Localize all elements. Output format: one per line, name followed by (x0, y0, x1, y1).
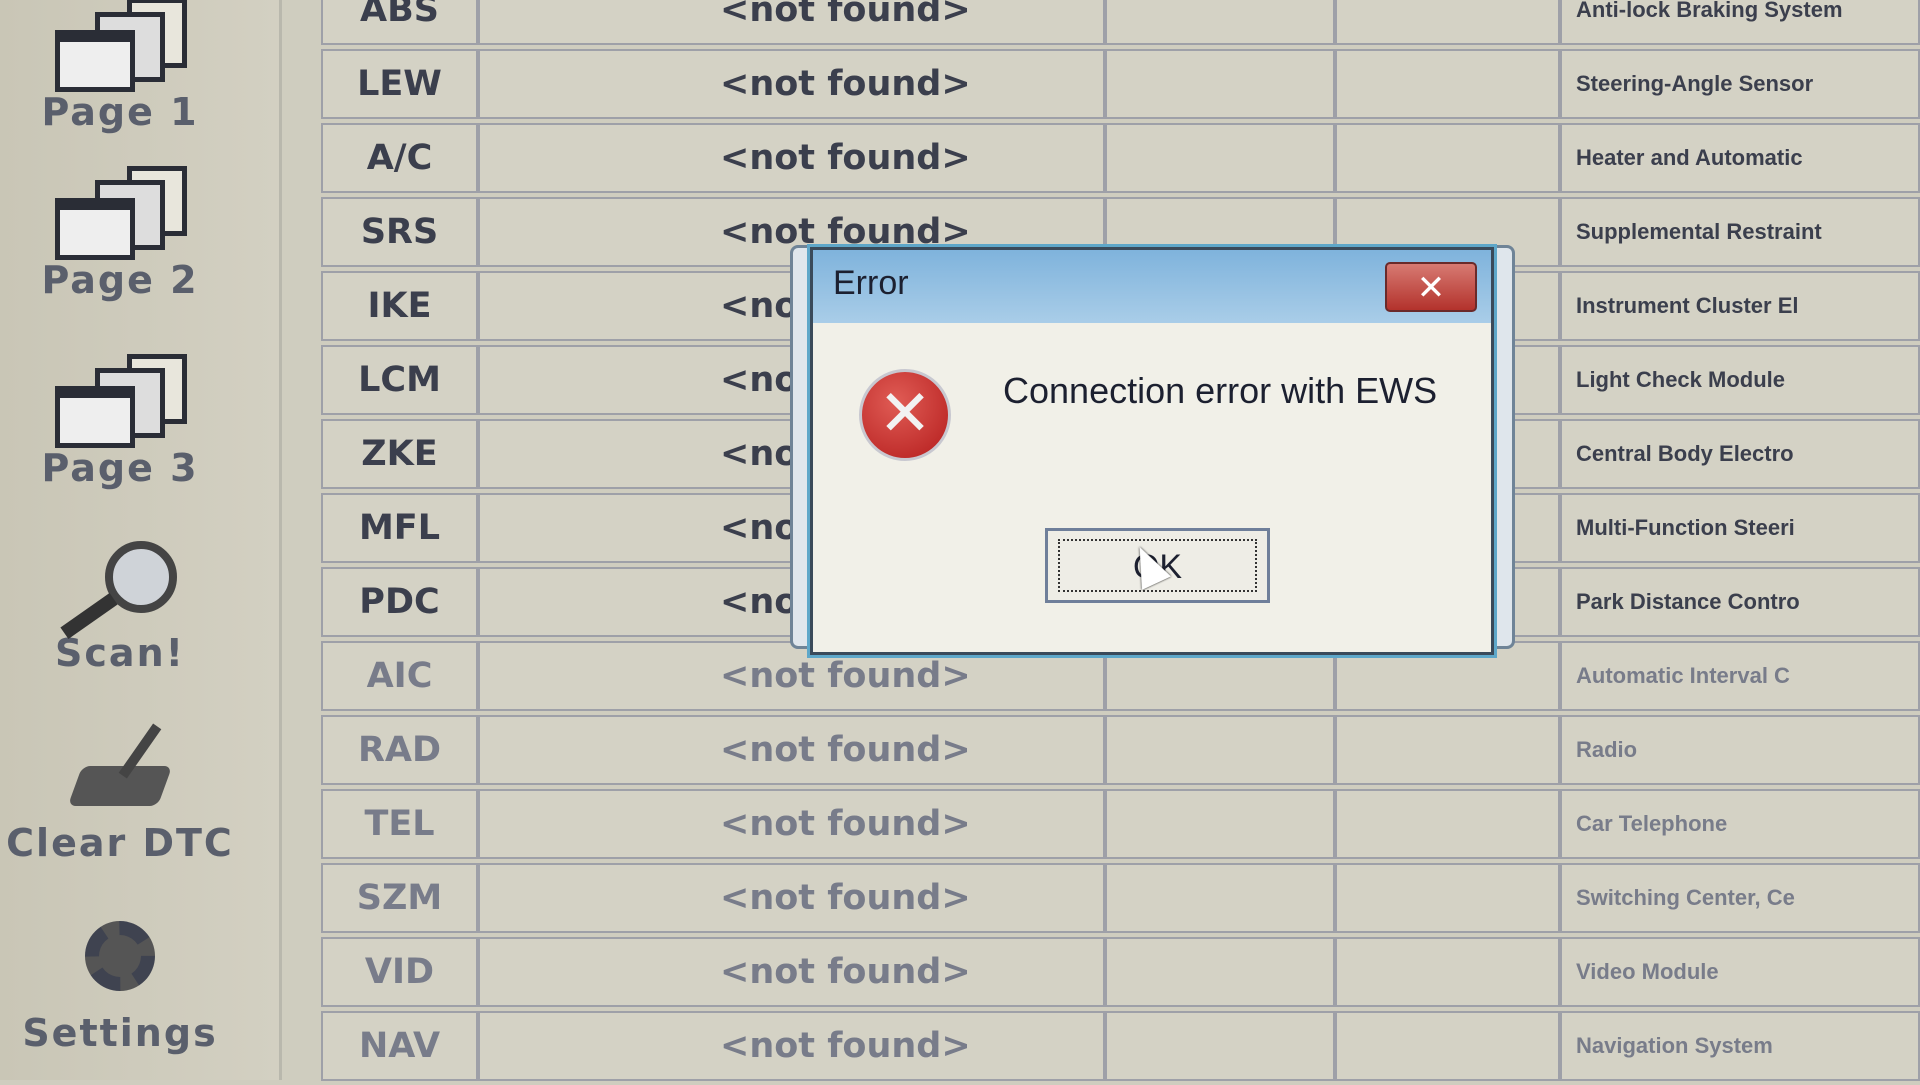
empty-cell (1105, 0, 1335, 45)
module-description: Switching Center, Ce (1560, 863, 1920, 933)
module-code: PDC (321, 567, 478, 637)
module-code: MFL (321, 493, 478, 563)
sidebar-item-page-1[interactable]: Page 1 (0, 0, 240, 134)
module-code: LCM (321, 345, 478, 415)
sidebar: Page 1 Page 2 Page 3 Scan! Clear DTC Settings (0, 0, 282, 1080)
windows-stack-icon (45, 158, 195, 260)
module-description: Navigation System (1560, 1011, 1920, 1081)
dialog-title: Error (833, 264, 909, 302)
table-row[interactable]: ABS <not found> Anti-lock Braking System (321, 0, 1920, 49)
module-status: <not found> (478, 123, 1105, 193)
module-description: Supplemental Restraint (1560, 197, 1920, 267)
module-code: SZM (321, 863, 478, 933)
error-message: Connection error with EWS (1003, 370, 1438, 411)
close-icon: ✕ (1416, 268, 1446, 308)
sidebar-item-settings[interactable]: Settings (0, 911, 240, 1055)
module-description: Multi-Function Steeri (1560, 493, 1920, 563)
module-description: Car Telephone (1560, 789, 1920, 859)
module-status: <not found> (478, 49, 1105, 119)
empty-cell (1335, 715, 1560, 785)
module-code: NAV (321, 1011, 478, 1081)
module-description: Video Module (1560, 937, 1920, 1007)
gear-icon (45, 911, 195, 1011)
module-description: Heater and Automatic (1560, 123, 1920, 193)
module-description: Automatic Interval C (1560, 641, 1920, 711)
module-code: VID (321, 937, 478, 1007)
module-description: Steering-Angle Sensor (1560, 49, 1920, 119)
module-status: <not found> (478, 0, 1105, 45)
empty-cell (1105, 789, 1335, 859)
module-description: Anti-lock Braking System (1560, 0, 1920, 45)
module-status: <not found> (478, 715, 1105, 785)
module-code: ZKE (321, 419, 478, 489)
empty-cell (1335, 937, 1560, 1007)
table-row[interactable]: A/C <not found> Heater and Automatic (321, 123, 1920, 197)
table-row[interactable]: SZM <not found> Switching Center, Ce (321, 863, 1920, 937)
table-row[interactable]: VID <not found> Video Module (321, 937, 1920, 1011)
empty-cell (1335, 0, 1560, 45)
empty-cell (1335, 1011, 1560, 1081)
windows-stack-icon (45, 0, 195, 92)
module-status: <not found> (478, 1011, 1105, 1081)
empty-cell (1105, 863, 1335, 933)
broom-icon (45, 721, 195, 821)
empty-cell (1105, 715, 1335, 785)
module-description: Central Body Electro (1560, 419, 1920, 489)
sidebar-item-label: Clear DTC (6, 821, 234, 865)
module-code: ABS (321, 0, 478, 45)
module-status: <not found> (478, 937, 1105, 1007)
sidebar-item-label: Page 1 (41, 90, 199, 134)
table-row[interactable]: NAV <not found> Navigation System (321, 1011, 1920, 1085)
sidebar-item-page-2[interactable]: Page 2 (0, 158, 240, 302)
module-code: LEW (321, 49, 478, 119)
sidebar-item-page-3[interactable]: Page 3 (0, 346, 240, 490)
module-code: RAD (321, 715, 478, 785)
module-code: A/C (321, 123, 478, 193)
module-description: Light Check Module (1560, 345, 1920, 415)
empty-cell (1105, 49, 1335, 119)
sidebar-item-clear-dtc[interactable]: Clear DTC (0, 721, 240, 865)
module-description: Radio (1560, 715, 1920, 785)
empty-cell (1105, 1011, 1335, 1081)
module-status: <not found> (478, 863, 1105, 933)
windows-stack-icon (45, 346, 195, 448)
module-status: <not found> (478, 789, 1105, 859)
empty-cell (1335, 49, 1560, 119)
sidebar-item-scan[interactable]: Scan! (0, 531, 240, 675)
table-row[interactable]: RAD <not found> Radio (321, 715, 1920, 789)
close-button[interactable]: ✕ (1385, 262, 1477, 312)
sidebar-item-label: Scan! (55, 631, 185, 675)
error-x-icon: ✕ (859, 369, 951, 461)
table-row[interactable]: TEL <not found> Car Telephone (321, 789, 1920, 863)
module-description: Park Distance Contro (1560, 567, 1920, 637)
module-code: SRS (321, 197, 478, 267)
magnifier-icon (45, 531, 195, 639)
sidebar-item-label: Page 2 (41, 258, 199, 302)
dialog-title-bar[interactable]: Error ✕ (813, 250, 1491, 323)
module-description: Instrument Cluster El (1560, 271, 1920, 341)
error-dialog: Error ✕ ✕ Connection error with EWS OK (810, 247, 1494, 655)
empty-cell (1335, 863, 1560, 933)
empty-cell (1105, 123, 1335, 193)
sidebar-item-label: Page 3 (41, 446, 199, 490)
module-code: TEL (321, 789, 478, 859)
empty-cell (1335, 123, 1560, 193)
table-row[interactable]: LEW <not found> Steering-Angle Sensor (321, 49, 1920, 123)
module-code: IKE (321, 271, 478, 341)
sidebar-item-label: Settings (22, 1011, 218, 1055)
empty-cell (1335, 789, 1560, 859)
empty-cell (1105, 937, 1335, 1007)
module-code: AIC (321, 641, 478, 711)
